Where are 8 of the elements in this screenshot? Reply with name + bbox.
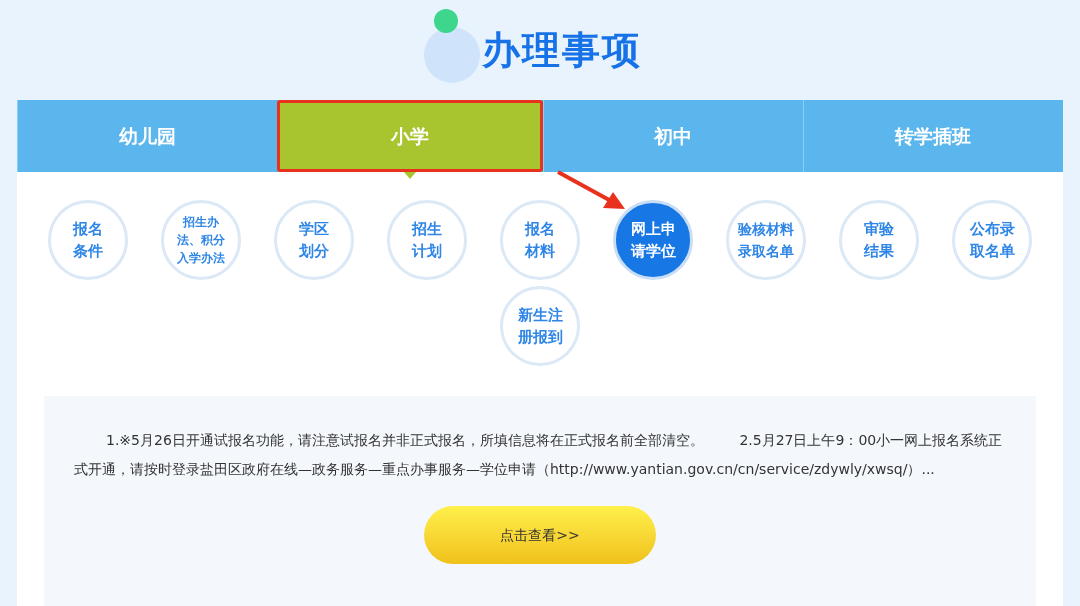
view-more-button[interactable]: 点击查看>> <box>424 506 656 564</box>
tab-pointer <box>403 172 416 179</box>
tab[interactable]: 初中 <box>542 100 803 172</box>
notice-text: 1.※5月26日开通试报名功能，请注意试报名并非正式报名，所填信息将在正式报名前全部清空。 2.5月27日上午9：00小一网上报名系统正式开通，请按时登录盐田区政府在线—政务服务—重点办事服务—学位申请（http://www.yantian.gov.cn/cn/service/zdywly/xwsq/）... <box>74 431 1004 479</box>
section-title: 办理事项 <box>482 31 642 69</box>
annotation-arrow <box>555 168 627 212</box>
tab[interactable]: 转学插班 <box>802 100 1063 172</box>
dot-decoration <box>434 9 459 33</box>
